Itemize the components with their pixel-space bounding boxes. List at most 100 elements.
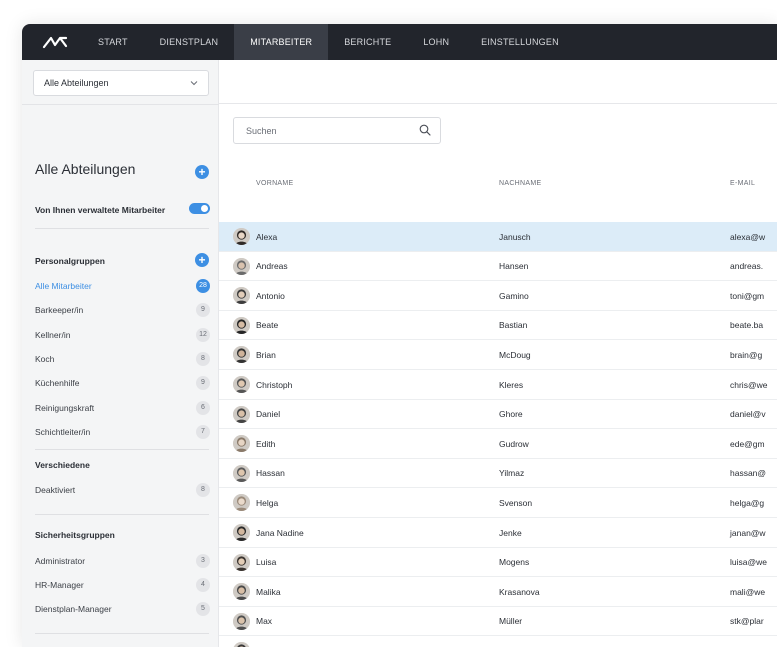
- divider: [22, 104, 219, 105]
- email-cell: alexa@w: [730, 231, 766, 242]
- count-badge: 8: [196, 483, 210, 497]
- last-name-cell: Gudrow: [499, 438, 529, 449]
- personal-group-item[interactable]: Alle Mitarbeiter 28: [35, 279, 210, 293]
- email-cell: helga@g: [730, 497, 765, 508]
- add-group-icon[interactable]: +: [195, 253, 209, 267]
- toggle-knob: [201, 205, 208, 212]
- first-name-cell: Andreas: [256, 261, 288, 272]
- table-row[interactable]: Alexa Janusch alexa@w: [219, 222, 777, 252]
- column-header-email[interactable]: E-MAIL: [730, 180, 755, 187]
- table-row[interactable]: Beate Bastian beate.ba: [219, 311, 777, 341]
- managed-employees-toggle[interactable]: [189, 203, 210, 214]
- security-group-item-label: HR-Manager: [35, 580, 84, 590]
- security-group-item[interactable]: HR-Manager 4: [35, 578, 210, 592]
- first-name-cell: Alexa: [256, 231, 278, 242]
- email-cell: janan@w: [730, 527, 766, 538]
- department-select[interactable]: Alle Abteilungen: [33, 70, 209, 96]
- last-name-cell: Ghore: [499, 409, 523, 420]
- table-row[interactable]: Brian McDoug brain@g: [219, 340, 777, 370]
- nav-item-lohn[interactable]: LOHN: [407, 24, 465, 60]
- security-group-item[interactable]: Administrator 3: [35, 554, 210, 568]
- email-cell: mali@we: [730, 586, 766, 597]
- security-group-item[interactable]: Dienstplan-Manager 5: [35, 602, 210, 616]
- add-department-icon[interactable]: +: [195, 165, 209, 179]
- email-cell: beate.ba: [730, 320, 764, 331]
- last-name-cell: Krasanova: [499, 586, 540, 597]
- avatar: [233, 583, 250, 601]
- security-group-item-label: Administrator: [35, 556, 86, 566]
- count-badge: 9: [196, 303, 210, 318]
- table-row[interactable]: Max Müller stk@plar: [219, 607, 777, 637]
- department-select-value: Alle Abteilungen: [44, 78, 109, 88]
- nav-item-berichte[interactable]: BERICHTE: [328, 24, 407, 60]
- email-cell: luisa@we: [730, 557, 767, 568]
- last-name-cell: Hansen: [499, 261, 529, 272]
- avatar: [233, 376, 250, 393]
- count-badge: 5: [196, 602, 210, 616]
- first-name-cell: Beate: [256, 320, 279, 331]
- email-cell: andreas.: [730, 261, 764, 272]
- logo-icon[interactable]: [28, 24, 82, 60]
- first-name-cell: Max: [256, 616, 273, 627]
- personal-group-item-label: Reinigungskraft: [35, 402, 95, 413]
- nav-item-start[interactable]: START: [82, 24, 144, 60]
- search-input[interactable]: Suchen: [233, 117, 441, 144]
- table-row[interactable]: Christoph Kleres chris@we: [219, 370, 777, 400]
- email-cell: chris@we: [730, 379, 768, 390]
- first-name-cell: Christoph: [256, 379, 293, 390]
- security-groups-title: Sicherheitsgruppen: [35, 530, 115, 540]
- avatar: [233, 346, 250, 364]
- last-name-cell: Kleres: [499, 379, 524, 390]
- misc-group-item-label: Deaktiviert: [35, 485, 76, 495]
- count-badge: 9: [196, 376, 210, 391]
- misc-group-item[interactable]: Deaktiviert 8: [35, 483, 210, 497]
- nav-item-dienstplan[interactable]: DIENSTPLAN: [144, 24, 235, 60]
- table-row[interactable]: Malika Krasanova mali@we: [219, 577, 777, 607]
- column-header-last-name[interactable]: NACHNAME: [499, 180, 541, 187]
- email-cell: daniel@v: [730, 409, 766, 420]
- table-row[interactable]: Maxi Müller abc2@fa: [219, 636, 777, 647]
- search-icon[interactable]: [419, 124, 431, 138]
- table-row[interactable]: Jana Nadine Jenke janan@w: [219, 518, 777, 548]
- count-badge: 12: [196, 327, 210, 342]
- first-name-cell: Jana Nadine: [256, 527, 304, 538]
- count-badge: 8: [196, 351, 210, 366]
- managed-employees-label: Von Ihnen verwaltete Mitarbeiter: [35, 205, 166, 215]
- first-name-cell: Brian: [256, 349, 276, 360]
- personal-group-item[interactable]: Kellner/in 12: [35, 327, 210, 342]
- avatar: [233, 464, 250, 482]
- personal-group-item[interactable]: Küchenhilfe 9: [35, 376, 210, 391]
- divider: [35, 633, 209, 634]
- table-row[interactable]: Luisa Mogens luisa@we: [219, 548, 777, 578]
- personal-group-item[interactable]: Barkeeper/in 9: [35, 303, 210, 318]
- nav-item-einstellungen[interactable]: EINSTELLUNGEN: [465, 24, 575, 60]
- personal-group-item[interactable]: Schichtleiter/in 7: [35, 424, 210, 439]
- count-badge: 4: [196, 578, 210, 592]
- avatar: [233, 228, 250, 245]
- misc-title: Verschiedene: [35, 460, 90, 470]
- personal-group-item-label: Küchenhilfe: [35, 378, 80, 389]
- personal-group-item-label: Barkeeper/in: [35, 305, 84, 316]
- email-cell: brain@g: [730, 349, 763, 360]
- first-name-cell: Helga: [256, 497, 279, 508]
- personal-group-item[interactable]: Koch 8: [35, 351, 210, 366]
- security-group-item-label: Dienstplan-Manager: [35, 604, 112, 614]
- table-row[interactable]: Antonio Gamino toni@gm: [219, 281, 777, 311]
- email-cell: ede@gm: [730, 438, 765, 449]
- last-name-cell: Gamino: [499, 290, 529, 301]
- table-row[interactable]: Hassan Yilmaz hassan@: [219, 459, 777, 489]
- search-placeholder: Suchen: [246, 125, 277, 136]
- table-row[interactable]: Edith Gudrow ede@gm: [219, 429, 777, 459]
- first-name-cell: Antonio: [256, 290, 285, 301]
- column-header-first-name[interactable]: VORNAME: [256, 180, 294, 187]
- personal-group-item[interactable]: Reinigungskraft 6: [35, 400, 210, 415]
- first-name-cell: Luisa: [256, 557, 277, 568]
- first-name-cell: Malika: [256, 586, 281, 597]
- table-row[interactable]: Andreas Hansen andreas.: [219, 252, 777, 282]
- avatar: [233, 405, 250, 423]
- section-title: Alle Abteilungen: [35, 161, 136, 177]
- table-row[interactable]: Daniel Ghore daniel@v: [219, 400, 777, 430]
- last-name-cell: Müller: [499, 636, 522, 647]
- nav-item-mitarbeiter[interactable]: MITARBEITER: [234, 24, 329, 60]
- table-row[interactable]: Helga Svenson helga@g: [219, 488, 777, 518]
